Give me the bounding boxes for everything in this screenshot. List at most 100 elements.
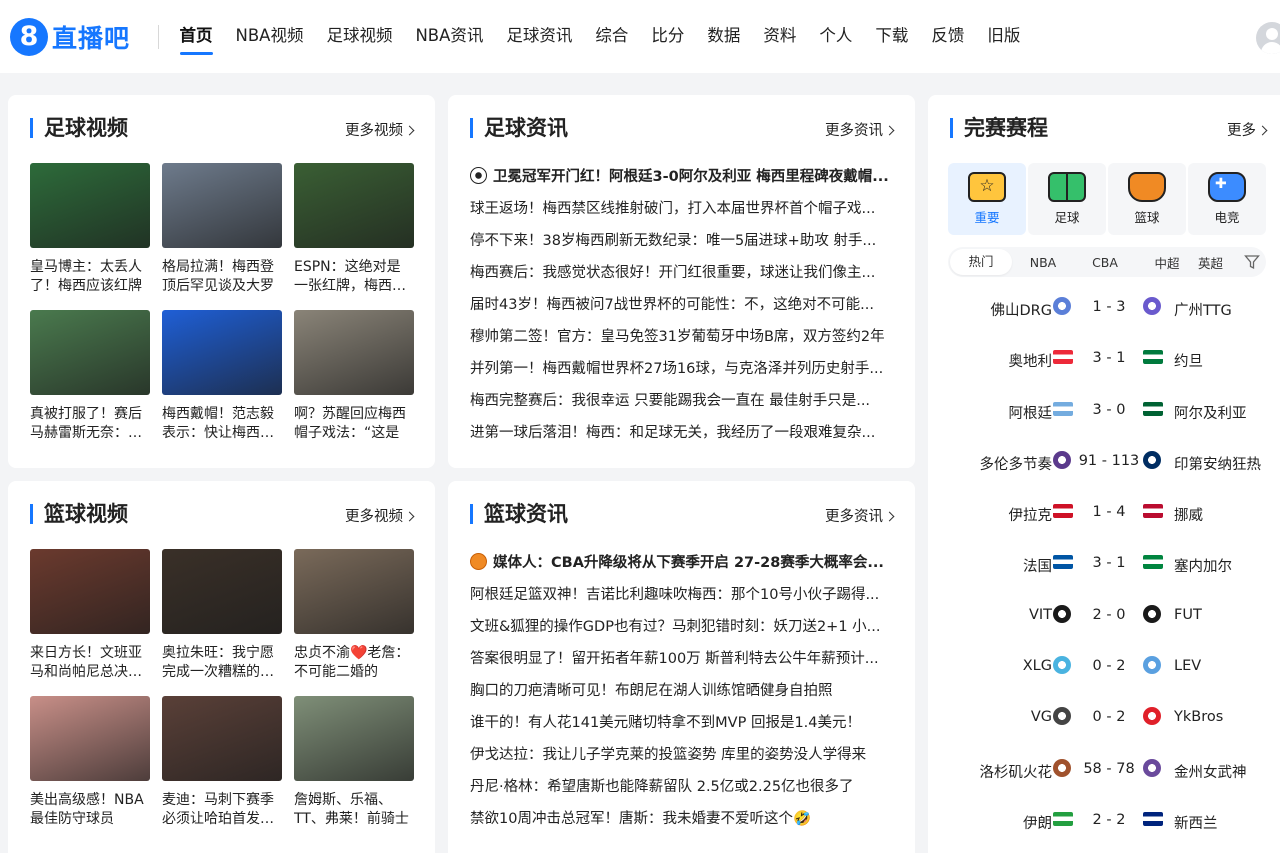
more-news-link[interactable]: 更多资讯 <box>825 119 895 140</box>
filter-cba[interactable]: CBA <box>1074 255 1136 270</box>
match-row[interactable]: VG 0 - 2 YkBros <box>928 693 1280 744</box>
video-caption[interactable]: 麦迪：马刺下赛季必须让哈珀首发上场 <box>162 791 282 829</box>
match-row[interactable]: VIT 2 - 0 FUT <box>928 591 1280 642</box>
video-caption[interactable]: 詹姆斯、乐福、TT、弗莱！前骑士 <box>294 791 414 829</box>
news-item[interactable]: 答案很明显了！留开拓者年薪100万 斯普利特去公牛年薪预计... <box>470 643 894 675</box>
news-item[interactable]: 梅西赛后：我感觉状态很好！开门红很重要，球迷让我们像主... <box>470 257 894 289</box>
news-item[interactable]: 梅西完整赛后：我很幸运 只要能踢我会一直在 最佳射手只是... <box>470 385 894 417</box>
filter-csl[interactable]: 中超 <box>1136 253 1198 272</box>
nav-item-nba-video[interactable]: NBA视频 <box>224 22 315 52</box>
main-nav: 首页 NBA视频 足球视频 NBA资讯 足球资讯 综合 比分 数据 资料 个人 … <box>168 22 1032 55</box>
more-videos-link[interactable]: 更多视频 <box>345 505 415 526</box>
nav-item-download[interactable]: 下载 <box>864 22 920 52</box>
filter-nba[interactable]: NBA <box>1012 255 1074 270</box>
video-caption[interactable]: 忠贞不渝❤️老詹：不可能二婚的 <box>294 644 414 682</box>
match-row[interactable]: 法国 3 - 1 塞内加尔 <box>928 539 1280 590</box>
video-item[interactable]: 真被打服了！赛后马赫雷斯无奈：梅西 <box>30 310 150 443</box>
nav-item-home[interactable]: 首页 <box>168 22 224 55</box>
video-caption[interactable]: 来日方长！文班亚马和尚帕尼总决赛后 <box>30 644 150 682</box>
video-thumbnail[interactable] <box>162 696 282 781</box>
news-item[interactable]: 丹尼·格林：希望唐斯也能降薪留队 2.5亿或2.25亿也很多了 <box>470 771 894 803</box>
nav-item-scores[interactable]: 比分 <box>640 22 696 52</box>
video-thumbnail[interactable] <box>30 696 150 781</box>
video-caption[interactable]: 梅西戴帽！范志毅表示：快让梅西休息 <box>162 405 282 443</box>
match-row[interactable]: 伊朗 2 - 2 新西兰 <box>928 796 1280 847</box>
news-item[interactable]: 伊戈达拉：我让儿子学克莱的投篮姿势 库里的姿势没人学得来 <box>470 739 894 771</box>
headline-item[interactable]: 卫冕冠军开门红！阿根廷3-0阿尔及利亚 梅西里程碑夜戴帽... <box>470 161 894 193</box>
nav-item-data[interactable]: 资料 <box>752 22 808 52</box>
filter-epl[interactable]: 英超 <box>1198 253 1226 272</box>
match-row[interactable]: 佛山DRG 1 - 3 广州TTG <box>928 283 1280 334</box>
video-caption[interactable]: 啊？苏醒回应梅西帽子戏法：“这是 <box>294 405 414 443</box>
video-item[interactable]: 皇马博主：太丢人了！梅西应该红牌 <box>30 163 150 296</box>
nav-item-stats[interactable]: 数据 <box>696 22 752 52</box>
video-thumbnail[interactable] <box>294 696 414 781</box>
match-score: 1 - 3 <box>1092 299 1126 315</box>
video-item[interactable]: 来日方长！文班亚马和尚帕尼总决赛后 <box>30 549 150 682</box>
nav-item-football-video[interactable]: 足球视频 <box>315 22 404 52</box>
news-item[interactable]: 阿根廷足篮双神！吉诺比利趣味吹梅西：那个10号小伙子踢得... <box>470 579 894 611</box>
news-item[interactable]: 禁欲10周冲击总冠军！唐斯：我未婚妻不爱听这个🤣 <box>470 803 894 835</box>
match-row[interactable]: 阿根廷 3 - 0 阿尔及利亚 <box>928 386 1280 437</box>
video-item[interactable]: ESPN：这绝对是一张红牌，梅西必须 <box>294 163 414 296</box>
video-thumbnail[interactable] <box>294 310 414 395</box>
team-logo-icon <box>1143 656 1161 675</box>
filter-hot[interactable]: 热门 <box>950 249 1012 275</box>
sport-tab-football[interactable]: 足球 <box>1028 163 1106 235</box>
news-item[interactable]: 并列第一！梅西戴帽世界杯27场16球，与克洛泽并列历史射手... <box>470 353 894 385</box>
video-thumbnail[interactable] <box>30 549 150 634</box>
news-item[interactable]: 球王返场！梅西禁区线推射破门，打入本届世界杯首个帽子戏... <box>470 193 894 225</box>
video-item[interactable]: 梅西戴帽！范志毅表示：快让梅西休息 <box>162 310 282 443</box>
news-item[interactable]: 停不下来！38岁梅西刷新无数纪录：唯一5届进球+助攻 射手... <box>470 225 894 257</box>
news-item[interactable]: 进第一球后落泪！梅西：和足球无关，我经历了一段艰难复杂... <box>470 417 894 449</box>
video-thumbnail[interactable] <box>294 163 414 248</box>
video-item[interactable]: 忠贞不渝❤️老詹：不可能二婚的 <box>294 549 414 682</box>
video-thumbnail[interactable] <box>162 163 282 248</box>
video-thumbnail[interactable] <box>162 310 282 395</box>
video-caption[interactable]: 皇马博主：太丢人了！梅西应该红牌 <box>30 258 150 296</box>
video-item[interactable]: 啊？苏醒回应梅西帽子戏法：“这是 <box>294 310 414 443</box>
video-item[interactable]: 格局拉满！梅西登顶后罕见谈及大罗 <box>162 163 282 296</box>
news-item[interactable]: 穆帅第二签！官方：皇马免签31岁葡萄牙中场B席，双方签约2年 <box>470 321 894 353</box>
video-thumbnail[interactable] <box>30 310 150 395</box>
video-thumbnail[interactable] <box>162 549 282 634</box>
nav-item-football-news[interactable]: 足球资讯 <box>495 22 584 52</box>
basketball-hoop-icon <box>1128 172 1166 202</box>
filter-funnel-icon[interactable] <box>1244 254 1260 270</box>
news-item[interactable]: 文班&狐狸的操作GDP也有过？马刺犯错时刻：妖刀送2+1 小... <box>470 611 894 643</box>
nav-item-personal[interactable]: 个人 <box>808 22 864 52</box>
sport-tab-esports[interactable]: 电竞 <box>1188 163 1266 235</box>
sport-tab-important[interactable]: 重要 <box>948 163 1026 235</box>
match-row[interactable]: 伊拉克 1 - 4 挪威 <box>928 488 1280 539</box>
video-caption[interactable]: 真被打服了！赛后马赫雷斯无奈：梅西 <box>30 405 150 443</box>
video-caption[interactable]: 奥拉朱旺：我宁愿完成一次糟糕的投篮 <box>162 644 282 682</box>
more-news-link[interactable]: 更多资讯 <box>825 505 895 526</box>
nav-item-nba-news[interactable]: NBA资讯 <box>404 22 495 52</box>
match-row[interactable]: XLG 0 - 2 LEV <box>928 642 1280 693</box>
video-thumbnail[interactable] <box>30 163 150 248</box>
video-caption[interactable]: 格局拉满！梅西登顶后罕见谈及大罗 <box>162 258 282 296</box>
match-row[interactable]: 多伦多节奏 91 - 113 印第安纳狂热 <box>928 437 1280 488</box>
news-item[interactable]: 胸口的刀疤清晰可见！布朗尼在湖人训练馆晒健身自拍照 <box>470 675 894 707</box>
nav-item-feedback[interactable]: 反馈 <box>920 22 976 52</box>
video-caption[interactable]: 美出高级感！NBA最佳防守球员 <box>30 791 150 829</box>
video-thumbnail[interactable] <box>294 549 414 634</box>
team-logo-icon <box>1053 707 1071 726</box>
news-item[interactable]: 谁干的！有人花141美元赌切特拿不到MVP 回报是1.4美元！ <box>470 707 894 739</box>
news-item[interactable]: 届时43岁！梅西被问7战世界杯的可能性：不，这绝对不可能... <box>470 289 894 321</box>
more-videos-link[interactable]: 更多视频 <box>345 119 415 140</box>
site-logo[interactable]: 8 直播吧 <box>10 18 130 56</box>
video-item[interactable]: 麦迪：马刺下赛季必须让哈珀首发上场 <box>162 696 282 829</box>
video-item[interactable]: 美出高级感！NBA最佳防守球员 <box>30 696 150 829</box>
nav-item-general[interactable]: 综合 <box>584 22 640 52</box>
user-avatar-icon[interactable] <box>1256 22 1280 54</box>
video-caption[interactable]: ESPN：这绝对是一张红牌，梅西必须 <box>294 258 414 296</box>
headline-item[interactable]: 媒体人：CBA升降级将从下赛季开启 27-28赛季大概率会... <box>470 547 894 579</box>
nav-item-old-version[interactable]: 旧版 <box>976 22 1032 52</box>
sport-tab-basketball[interactable]: 篮球 <box>1108 163 1186 235</box>
video-item[interactable]: 奥拉朱旺：我宁愿完成一次糟糕的投篮 <box>162 549 282 682</box>
match-row[interactable]: 奥地利 3 - 1 约旦 <box>928 334 1280 385</box>
more-schedule-link[interactable]: 更多 <box>1227 119 1268 140</box>
match-row[interactable]: 洛杉矶火花 58 - 78 金州女武神 <box>928 745 1280 796</box>
video-item[interactable]: 詹姆斯、乐福、TT、弗莱！前骑士 <box>294 696 414 829</box>
